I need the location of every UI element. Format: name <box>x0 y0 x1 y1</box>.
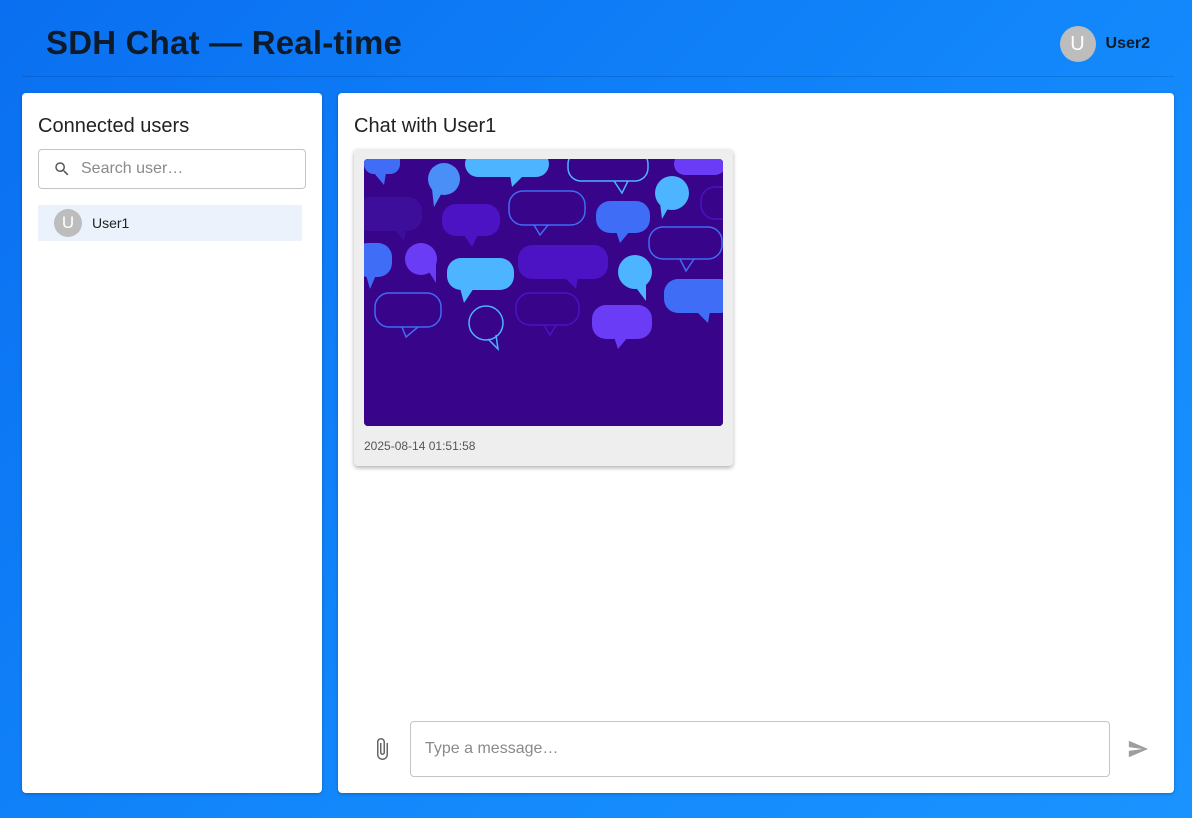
message-image[interactable] <box>364 159 723 426</box>
app-title: SDH Chat — Real-time <box>46 24 403 61</box>
paperclip-icon[interactable] <box>370 736 394 762</box>
message-card: 2025-08-14 01:51:58 <box>354 149 733 466</box>
message-input[interactable] <box>410 721 1110 777</box>
search-box[interactable] <box>38 149 306 189</box>
users-panel-title: Connected users <box>38 115 190 137</box>
speech-bubbles-image <box>364 159 723 426</box>
app-header: SDH Chat — Real-time U User2 <box>22 0 1174 77</box>
chat-panel: Chat with User1 2025-08-14 01:51:58 Type… <box>338 93 1174 793</box>
chat-title: Chat with User1 <box>354 115 497 137</box>
current-user-name: User2 <box>1105 35 1150 52</box>
message-composer <box>338 721 1174 777</box>
current-user-badge[interactable]: U User2 <box>1059 26 1150 62</box>
avatar: U <box>1059 26 1096 62</box>
user-list: U User1 <box>38 205 302 241</box>
search-icon <box>55 162 69 176</box>
avatar: U <box>54 209 82 237</box>
user-name: User1 <box>92 215 130 231</box>
send-icon[interactable] <box>1126 738 1150 760</box>
users-panel: Connected users U User1 <box>22 93 322 793</box>
search-input[interactable] <box>81 160 281 178</box>
message-timestamp: 2025-08-14 01:51:58 <box>364 439 476 453</box>
user-list-item[interactable]: U User1 <box>38 205 302 241</box>
